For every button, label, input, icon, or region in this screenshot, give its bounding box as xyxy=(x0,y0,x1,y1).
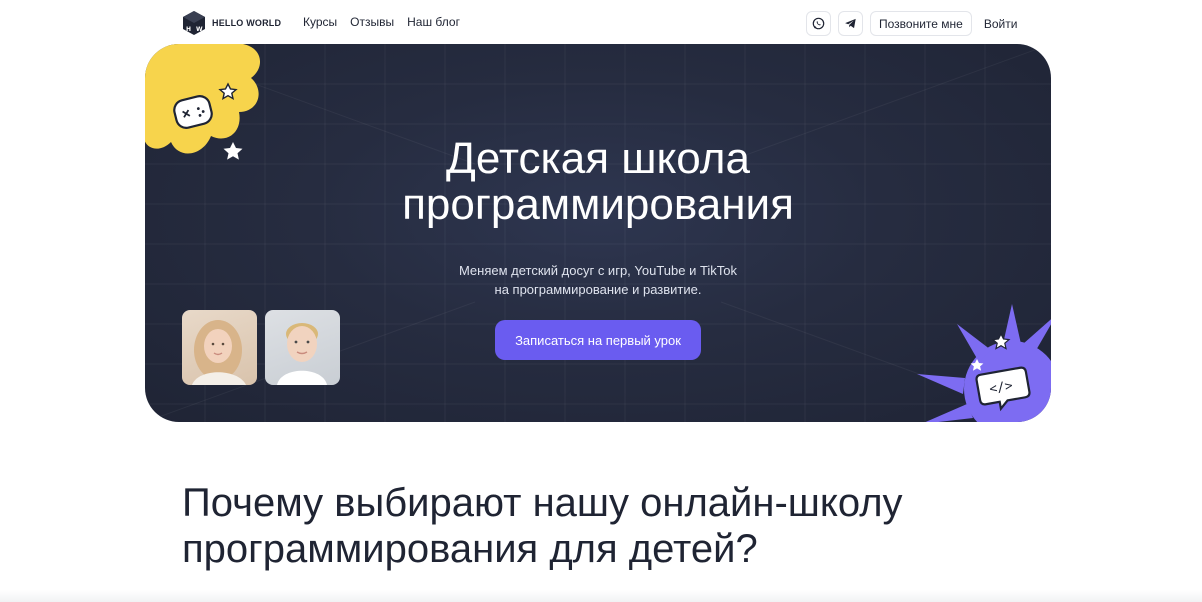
call-me-button[interactable]: Позвоните мне xyxy=(870,11,972,36)
hero-subtitle-line2: на программирование и развитие. xyxy=(494,282,702,297)
telegram-icon xyxy=(845,18,856,29)
nav-item-blog[interactable]: Наш блог xyxy=(407,15,460,29)
whatsapp-button[interactable] xyxy=(806,11,831,36)
svg-text:W: W xyxy=(196,26,203,33)
logo-text: HELLO WORLD xyxy=(212,18,282,28)
hero-title: Детская школа программирования xyxy=(145,136,1051,228)
nav-item-reviews[interactable]: Отзывы xyxy=(350,15,394,29)
nav-item-courses[interactable]: Курсы xyxy=(303,15,337,29)
site-header: H W HELLO WORLD Курсы Отзывы Наш блог По… xyxy=(0,0,1202,46)
hero-subtitle-line1: Меняем детский досуг с игр, YouTube и Ti… xyxy=(458,263,738,278)
bottom-fade-divider xyxy=(0,590,1202,602)
hero-title-line1: Детская школа xyxy=(446,134,750,183)
hero-subtitle: Меняем детский досуг с игр, YouTube и Ti… xyxy=(145,261,1051,299)
girl-photo xyxy=(182,310,257,385)
telegram-button[interactable] xyxy=(838,11,863,36)
girl-photo-illustration xyxy=(192,320,246,385)
boy-photo-illustration xyxy=(277,323,327,385)
header-actions: Позвоните мне Войти xyxy=(806,11,1017,36)
purple-code-sticker: </> xyxy=(917,304,1051,422)
login-link[interactable]: Войти xyxy=(984,17,1018,31)
main-nav: Курсы Отзывы Наш блог xyxy=(303,15,460,29)
why-us-heading-line2: программирования для детей? xyxy=(182,527,758,571)
boy-photo xyxy=(265,310,340,385)
why-us-heading-line1: Почему выбирают нашу онлайн-школу xyxy=(182,481,903,525)
signup-first-lesson-button[interactable]: Записаться на первый урок xyxy=(495,320,701,360)
hero-banner: Детская школа программирования Меняем де… xyxy=(145,44,1051,422)
why-us-heading: Почему выбирают нашу онлайн-школу програ… xyxy=(182,480,903,572)
hero-title-line2: программирования xyxy=(402,180,794,229)
whatsapp-icon xyxy=(812,17,825,30)
logo[interactable]: H W HELLO WORLD xyxy=(182,10,281,36)
svg-text:H: H xyxy=(186,26,191,33)
logo-cube-icon: H W xyxy=(183,11,205,35)
